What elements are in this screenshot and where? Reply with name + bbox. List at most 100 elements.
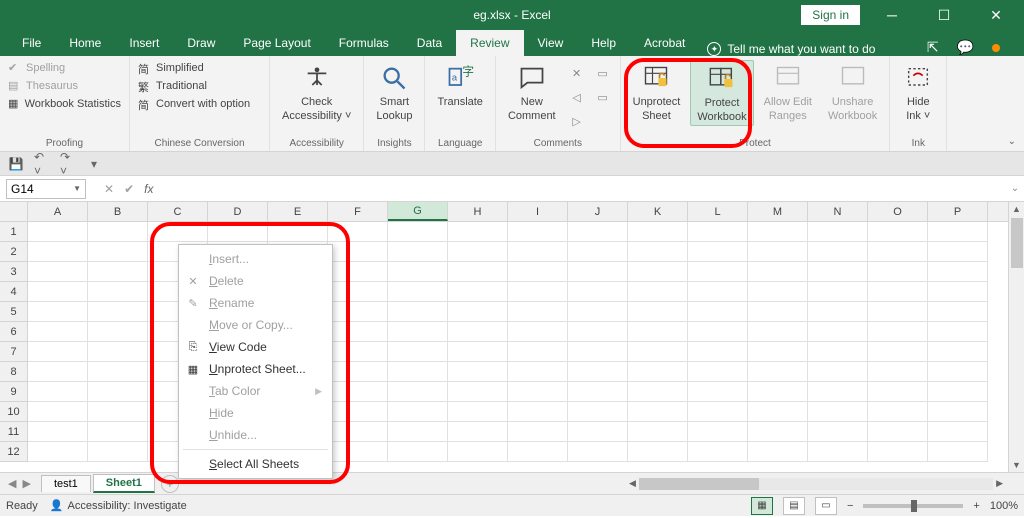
cell-P5[interactable]	[928, 302, 988, 322]
cell-O8[interactable]	[868, 362, 928, 382]
cm-unprotect-sheet[interactable]: ▦Unprotect Sheet...	[179, 358, 332, 380]
convert-option-button[interactable]: 简Convert with option	[136, 96, 263, 112]
cell-B4[interactable]	[88, 282, 148, 302]
sheet-nav-next[interactable]: ▶	[22, 477, 30, 490]
cell-J10[interactable]	[568, 402, 628, 422]
cell-M11[interactable]	[748, 422, 808, 442]
tab-page-layout[interactable]: Page Layout	[229, 30, 324, 56]
cm-select-all-sheets[interactable]: Select All Sheets	[179, 453, 332, 475]
cell-L12[interactable]	[688, 442, 748, 462]
cell-P10[interactable]	[928, 402, 988, 422]
row-header-10[interactable]: 10	[0, 402, 28, 422]
cell-I1[interactable]	[508, 222, 568, 242]
cell-L4[interactable]	[688, 282, 748, 302]
cell-O11[interactable]	[868, 422, 928, 442]
column-header-D[interactable]: D	[208, 202, 268, 221]
tab-help[interactable]: Help	[577, 30, 630, 56]
cell-A5[interactable]	[28, 302, 88, 322]
cell-E1[interactable]	[268, 222, 328, 242]
redo-button[interactable]: ↷ ˅	[60, 156, 76, 172]
horizontal-scrollbar[interactable]: ◀ ▶	[626, 477, 1006, 491]
cell-O1[interactable]	[868, 222, 928, 242]
cell-F12[interactable]	[328, 442, 388, 462]
zoom-value[interactable]: 100%	[990, 500, 1018, 512]
cell-N11[interactable]	[808, 422, 868, 442]
cell-M8[interactable]	[748, 362, 808, 382]
column-header-O[interactable]: O	[868, 202, 928, 221]
expand-formula-bar-button[interactable]: ⌄	[1006, 183, 1024, 194]
cell-L7[interactable]	[688, 342, 748, 362]
cell-N6[interactable]	[808, 322, 868, 342]
cell-P12[interactable]	[928, 442, 988, 462]
tab-home[interactable]: Home	[55, 30, 115, 56]
cell-J1[interactable]	[568, 222, 628, 242]
vertical-scrollbar[interactable]: ▲ ▼	[1008, 202, 1024, 472]
cell-G12[interactable]	[388, 442, 448, 462]
check-accessibility-button[interactable]: Check Accessibility ˅	[276, 60, 357, 124]
cell-A3[interactable]	[28, 262, 88, 282]
unprotect-sheet-button[interactable]: Unprotect Sheet	[627, 60, 687, 124]
cell-B11[interactable]	[88, 422, 148, 442]
cell-P3[interactable]	[928, 262, 988, 282]
cell-I9[interactable]	[508, 382, 568, 402]
cell-A7[interactable]	[28, 342, 88, 362]
cell-F3[interactable]	[328, 262, 388, 282]
scroll-thumb[interactable]	[1011, 218, 1023, 268]
formula-input[interactable]	[159, 179, 1006, 199]
cell-M9[interactable]	[748, 382, 808, 402]
cell-J4[interactable]	[568, 282, 628, 302]
cell-J11[interactable]	[568, 422, 628, 442]
cell-H7[interactable]	[448, 342, 508, 362]
row-header-4[interactable]: 4	[0, 282, 28, 302]
cell-O4[interactable]	[868, 282, 928, 302]
cell-J2[interactable]	[568, 242, 628, 262]
cell-I7[interactable]	[508, 342, 568, 362]
cell-P6[interactable]	[928, 322, 988, 342]
cell-A6[interactable]	[28, 322, 88, 342]
collapse-ribbon-button[interactable]: ⌄	[1008, 136, 1016, 147]
cell-F9[interactable]	[328, 382, 388, 402]
cell-H8[interactable]	[448, 362, 508, 382]
hscroll-left[interactable]: ◀	[626, 478, 639, 489]
cell-L11[interactable]	[688, 422, 748, 442]
save-button[interactable]: 💾	[8, 156, 24, 172]
column-header-L[interactable]: L	[688, 202, 748, 221]
cell-J7[interactable]	[568, 342, 628, 362]
tab-insert[interactable]: Insert	[115, 30, 173, 56]
cell-F11[interactable]	[328, 422, 388, 442]
scroll-down-button[interactable]: ▼	[1010, 458, 1023, 472]
cell-G2[interactable]	[388, 242, 448, 262]
cell-H6[interactable]	[448, 322, 508, 342]
cell-F8[interactable]	[328, 362, 388, 382]
cell-N1[interactable]	[808, 222, 868, 242]
column-header-P[interactable]: P	[928, 202, 988, 221]
page-layout-view-button[interactable]: ▤	[783, 497, 805, 515]
cell-A11[interactable]	[28, 422, 88, 442]
cell-P9[interactable]	[928, 382, 988, 402]
cell-I5[interactable]	[508, 302, 568, 322]
cell-F2[interactable]	[328, 242, 388, 262]
cell-G5[interactable]	[388, 302, 448, 322]
select-all-cells[interactable]	[0, 202, 28, 221]
cell-N5[interactable]	[808, 302, 868, 322]
cell-M5[interactable]	[748, 302, 808, 322]
cell-C1[interactable]	[148, 222, 208, 242]
cell-O10[interactable]	[868, 402, 928, 422]
cell-K9[interactable]	[628, 382, 688, 402]
cell-D1[interactable]	[208, 222, 268, 242]
cell-B9[interactable]	[88, 382, 148, 402]
row-header-2[interactable]: 2	[0, 242, 28, 262]
row-header-9[interactable]: 9	[0, 382, 28, 402]
cell-B12[interactable]	[88, 442, 148, 462]
protect-workbook-button[interactable]: Protect Workbook	[690, 60, 753, 126]
cell-I11[interactable]	[508, 422, 568, 442]
cell-M10[interactable]	[748, 402, 808, 422]
cell-G1[interactable]	[388, 222, 448, 242]
cell-G6[interactable]	[388, 322, 448, 342]
cell-B1[interactable]	[88, 222, 148, 242]
cell-L10[interactable]	[688, 402, 748, 422]
cell-L6[interactable]	[688, 322, 748, 342]
cell-B8[interactable]	[88, 362, 148, 382]
worksheet-grid[interactable]: ABCDEFGHIJKLMNOP 123456789101112 ▲ ▼	[0, 202, 1024, 472]
column-header-J[interactable]: J	[568, 202, 628, 221]
